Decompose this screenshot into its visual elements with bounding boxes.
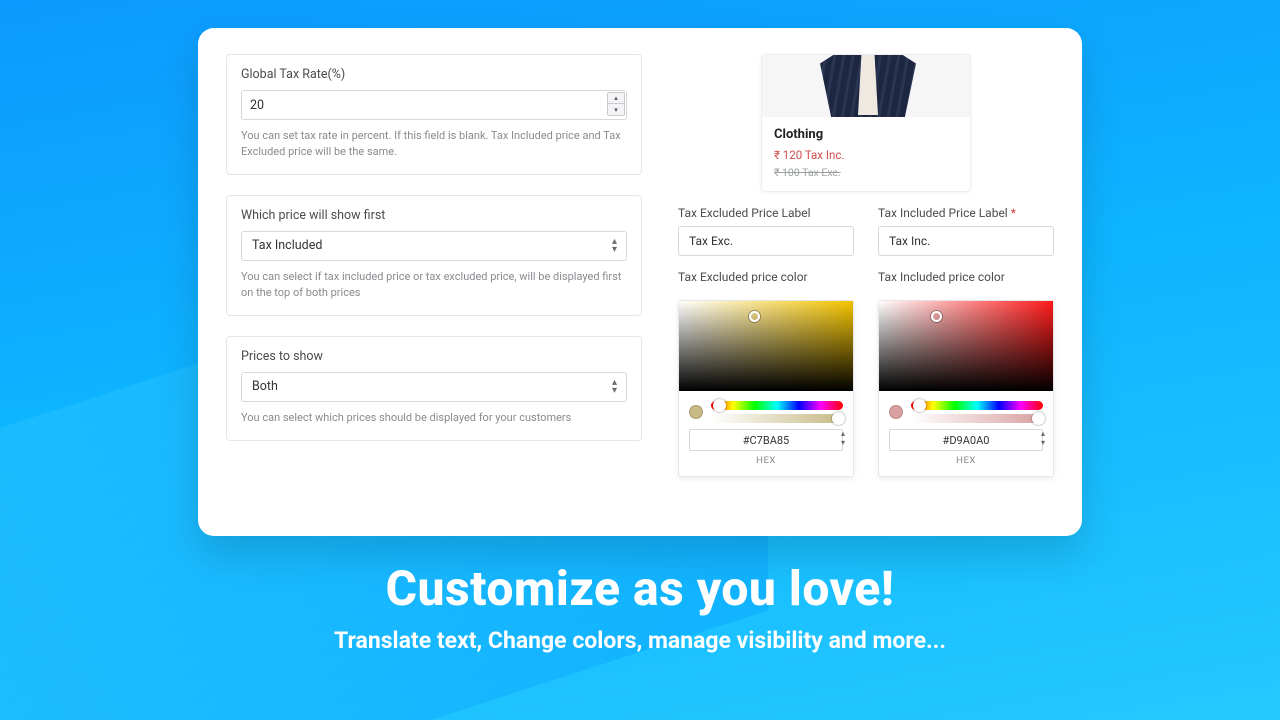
- number-spinner[interactable]: ▴ ▾: [607, 92, 625, 116]
- alpha-slider[interactable]: [711, 414, 843, 423]
- color-pickers-row: Tax Excluded price color: [678, 270, 1054, 477]
- hex-input[interactable]: [689, 429, 843, 451]
- settings-panel: Global Tax Rate(%) ▴ ▾ You can set tax r…: [198, 28, 1082, 536]
- select-caret-icon: ▴▾: [612, 379, 617, 395]
- prices-to-show-label: Prices to show: [241, 349, 627, 364]
- format-cycle-icon[interactable]: ▴▾: [841, 429, 845, 447]
- tax-excluded-color-picker[interactable]: ▴▾ HEX: [678, 300, 854, 477]
- alpha-slider-thumb[interactable]: [832, 412, 845, 425]
- hex-input[interactable]: [889, 429, 1043, 451]
- spinner-down-icon[interactable]: ▾: [607, 104, 625, 116]
- sv-handle-icon[interactable]: [749, 311, 760, 322]
- hue-slider-thumb[interactable]: [913, 399, 926, 412]
- saturation-value-field[interactable]: [879, 301, 1053, 391]
- global-tax-rate-card: Global Tax Rate(%) ▴ ▾ You can set tax r…: [226, 54, 642, 175]
- which-price-first-help: You can select if tax included price or …: [241, 269, 627, 301]
- left-column: Global Tax Rate(%) ▴ ▾ You can set tax r…: [226, 54, 642, 516]
- global-tax-rate-label: Global Tax Rate(%): [241, 67, 627, 82]
- preview-price-tax-exc: ₹ 100 Tax Exc.: [774, 166, 958, 179]
- tax-included-color-picker[interactable]: ▴▾ HEX: [878, 300, 1054, 477]
- marketing-subline: Translate text, Change colors, manage vi…: [0, 627, 1280, 654]
- prices-to-show-help: You can select which prices should be di…: [241, 410, 627, 426]
- required-asterisk: *: [1011, 206, 1016, 220]
- preview-price-tax-inc: ₹ 120 Tax Inc.: [774, 148, 958, 162]
- global-tax-rate-input[interactable]: [241, 90, 627, 120]
- price-label-inputs: Tax Excluded Price Label Tax Included Pr…: [678, 206, 1054, 256]
- select-caret-icon: ▴▾: [612, 238, 617, 254]
- hue-slider-thumb[interactable]: [713, 399, 726, 412]
- product-preview-card: Clothing ₹ 120 Tax Inc. ₹ 100 Tax Exc.: [761, 54, 971, 192]
- alpha-slider[interactable]: [911, 414, 1043, 423]
- spinner-up-icon[interactable]: ▴: [607, 92, 625, 104]
- which-price-first-select[interactable]: [241, 231, 627, 261]
- alpha-slider-thumb[interactable]: [1032, 412, 1045, 425]
- sv-handle-icon[interactable]: [931, 311, 942, 322]
- global-tax-rate-help: You can set tax rate in percent. If this…: [241, 128, 627, 160]
- hex-format-label: HEX: [756, 455, 776, 466]
- tax-excluded-label-fieldlabel: Tax Excluded Price Label: [678, 206, 854, 220]
- hue-slider[interactable]: [711, 401, 843, 410]
- tax-included-label-fieldlabel: Tax Included Price Label *: [878, 206, 1054, 220]
- hex-format-label: HEX: [956, 455, 976, 466]
- right-column: Clothing ₹ 120 Tax Inc. ₹ 100 Tax Exc. T…: [678, 54, 1054, 516]
- which-price-first-label: Which price will show first: [241, 208, 627, 223]
- tax-included-color-label: Tax Included price color: [878, 270, 1054, 284]
- color-swatch-icon: [889, 405, 903, 419]
- color-swatch-icon: [689, 405, 703, 419]
- which-price-first-card: Which price will show first ▴▾ You can s…: [226, 195, 642, 316]
- marketing-headline: Customize as you love!: [0, 560, 1280, 617]
- format-cycle-icon[interactable]: ▴▾: [1041, 429, 1045, 447]
- product-preview-image: [762, 55, 970, 117]
- tax-excluded-color-label: Tax Excluded price color: [678, 270, 854, 284]
- prices-to-show-card: Prices to show ▴▾ You can select which p…: [226, 336, 642, 441]
- saturation-value-field[interactable]: [679, 301, 853, 391]
- marketing-copy: Customize as you love! Translate text, C…: [0, 560, 1280, 654]
- tax-excluded-label-input[interactable]: [678, 226, 854, 256]
- tax-included-label-input[interactable]: [878, 226, 1054, 256]
- product-preview-title: Clothing: [774, 127, 958, 142]
- prices-to-show-select[interactable]: [241, 372, 627, 402]
- hue-slider[interactable]: [911, 401, 1043, 410]
